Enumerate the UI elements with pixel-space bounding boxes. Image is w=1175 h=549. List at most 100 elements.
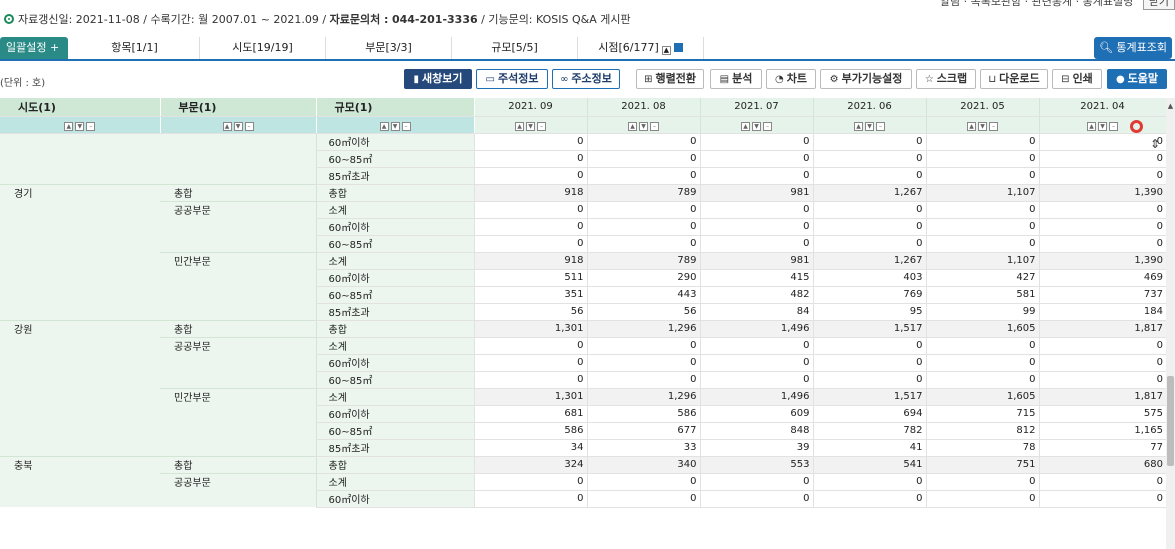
help-button[interactable]: ● 도움말 <box>1107 69 1167 89</box>
header-date[interactable]: 2021. 06 <box>813 98 927 117</box>
sort-reset-icon[interactable]: – <box>763 121 772 131</box>
header-sector[interactable]: 부문(1) <box>160 98 317 117</box>
sort-reset-icon[interactable]: – <box>650 121 659 131</box>
sort-asc-icon[interactable]: ▲ <box>515 121 524 131</box>
sort-desc-icon[interactable]: ▼ <box>752 121 761 131</box>
value-cell: 769 <box>812 286 926 304</box>
sort-asc-icon[interactable]: ▲ <box>379 121 389 131</box>
table-body: 60㎡이하 0 0 0 0 0 0 60~85㎡ 0 0 0 0 0 0 85㎡초과 0 0 0 0 0 0 경기 총합 총합… <box>0 133 1166 508</box>
value-cell: 95 <box>812 303 926 321</box>
extra-settings-button[interactable]: ⚙ 부가기능설정 <box>820 69 912 89</box>
sort-desc-icon[interactable]: ▼ <box>526 121 535 131</box>
transpose-button[interactable]: ⊞ 행렬전환 <box>636 69 704 89</box>
sort-desc-icon[interactable]: ▼ <box>639 121 648 131</box>
header-date[interactable]: 2021. 05 <box>926 98 1040 117</box>
sort-reset-icon[interactable]: – <box>401 121 411 131</box>
value-cell: 56 <box>473 303 587 321</box>
value-cell: 0 <box>473 133 587 151</box>
region-cell <box>0 235 160 252</box>
sort-desc-icon[interactable]: ▼ <box>1098 121 1107 131</box>
sort-desc-icon[interactable]: ▼ <box>865 121 874 131</box>
sort-desc-icon[interactable]: ▼ <box>75 121 85 131</box>
vertical-scrollbar[interactable]: ▲ <box>1166 98 1175 549</box>
sort-desc-icon[interactable]: ▼ <box>978 121 987 131</box>
print-button[interactable]: ⊟ 인쇄 <box>1052 69 1102 89</box>
scroll-up-icon[interactable]: ▲ <box>1166 102 1175 110</box>
value-cell: 0 <box>473 490 587 508</box>
value-cell: 981 <box>699 252 813 270</box>
sort-asc-icon[interactable]: ▲ <box>64 121 74 131</box>
value-cell: 0 <box>699 133 813 151</box>
value-cell: 0 <box>586 235 700 253</box>
size-cell: 60㎡이하 <box>315 354 474 372</box>
analysis-button[interactable]: ▤ 분석 <box>710 69 762 89</box>
value-cell: 84 <box>699 303 813 321</box>
sector-cell: 민간부문 <box>160 251 316 269</box>
sort-desc-icon[interactable]: ▼ <box>233 121 243 131</box>
value-cell: 0 <box>473 337 587 355</box>
download-button[interactable]: ⊔ 다운로드 <box>980 69 1048 89</box>
header-date[interactable]: 2021. 04 <box>1039 98 1167 117</box>
value-cell: 0 <box>473 354 587 372</box>
sort-reset-icon[interactable]: – <box>537 121 546 131</box>
scroll-thumb[interactable] <box>1167 376 1174 466</box>
value-cell: 0 <box>473 218 587 236</box>
sort-controls: ▲ ▼ – <box>813 116 927 134</box>
header-size[interactable]: 규모(1) <box>316 98 475 117</box>
header-date[interactable]: 2021. 08 <box>587 98 701 117</box>
note-icon: ▭ <box>485 74 495 85</box>
address-button[interactable]: ∞ 주소정보 <box>552 69 620 89</box>
new-window-button[interactable]: ▮ 새창보기 <box>404 69 472 89</box>
top-links-text[interactable]: 알림 · 목록보관함 · 관련통계 · 통계표설명 <box>940 0 1133 8</box>
tab-size[interactable]: 규모[5/5] <box>452 37 578 59</box>
value-cell: 553 <box>699 456 813 474</box>
value-cell: 290 <box>586 269 700 287</box>
sector-cell <box>160 286 316 303</box>
value-cell: 1,301 <box>473 320 587 338</box>
sort-reset-icon[interactable]: – <box>1109 121 1118 131</box>
sort-reset-icon[interactable]: – <box>876 121 885 131</box>
close-button[interactable]: 닫기 <box>1142 0 1175 10</box>
value-cell: 1,165 <box>1038 422 1166 440</box>
table-row: 공공부문 소계 0 0 0 0 0 0 <box>0 472 1166 491</box>
sort-asc-icon[interactable]: ▲ <box>1087 121 1096 131</box>
sort-asc-icon[interactable]: ▲ <box>628 121 637 131</box>
collapse-icon[interactable]: ▲ <box>661 46 671 55</box>
header-date[interactable]: 2021. 09 <box>474 98 588 117</box>
sort-asc-icon[interactable]: ▲ <box>854 121 863 131</box>
sort-reset-icon[interactable]: – <box>989 121 998 131</box>
feature-contact[interactable]: 기능문의: KOSIS Q&A 게시판 <box>488 13 630 26</box>
header-region[interactable]: 시도(1) <box>0 98 161 117</box>
size-cell: 85㎡초과 <box>315 167 474 185</box>
tab-item[interactable]: 항목[1/1] <box>70 37 200 59</box>
bulk-settings-tab[interactable]: 일괄설정 + <box>0 37 68 59</box>
sort-asc-icon[interactable]: ▲ <box>741 121 750 131</box>
header-date[interactable]: 2021. 07 <box>700 98 814 117</box>
help-label: 도움말 <box>1127 72 1159 85</box>
sort-reset-icon[interactable]: – <box>86 121 96 131</box>
sort-reset-icon[interactable]: – <box>244 121 254 131</box>
sector-cell <box>160 218 316 235</box>
tab-sector[interactable]: 부문[3/3] <box>326 37 452 59</box>
search-stat-button[interactable]: 🔍︎ 통계표조회 <box>1094 37 1172 59</box>
address-label: 주소정보 <box>571 72 612 85</box>
scrap-button[interactable]: ☆ 스크랩 <box>916 69 976 89</box>
region-cell <box>0 303 160 320</box>
value-cell: 789 <box>586 252 700 270</box>
sort-asc-icon[interactable]: ▲ <box>967 121 976 131</box>
value-cell: 0 <box>812 150 926 168</box>
expand-icon[interactable] <box>673 43 683 52</box>
sector-cell <box>160 439 316 456</box>
sort-desc-icon[interactable]: ▼ <box>390 121 400 131</box>
annotation-button[interactable]: ▭ 주석정보 <box>476 69 548 89</box>
sort-controls: ▲ ▼ – <box>474 116 588 134</box>
value-cell: 0 <box>812 337 926 355</box>
value-cell: 77 <box>1038 439 1166 457</box>
chart-button[interactable]: ◔ 차트 <box>766 69 816 89</box>
value-cell: 609 <box>699 405 813 423</box>
value-cell: 0 <box>925 337 1039 355</box>
tab-region[interactable]: 시도[19/19] <box>200 37 326 59</box>
value-cell: 39 <box>699 439 813 457</box>
tab-period[interactable]: 시점[6/177] ▲ <box>578 37 704 59</box>
sort-asc-icon[interactable]: ▲ <box>222 121 232 131</box>
